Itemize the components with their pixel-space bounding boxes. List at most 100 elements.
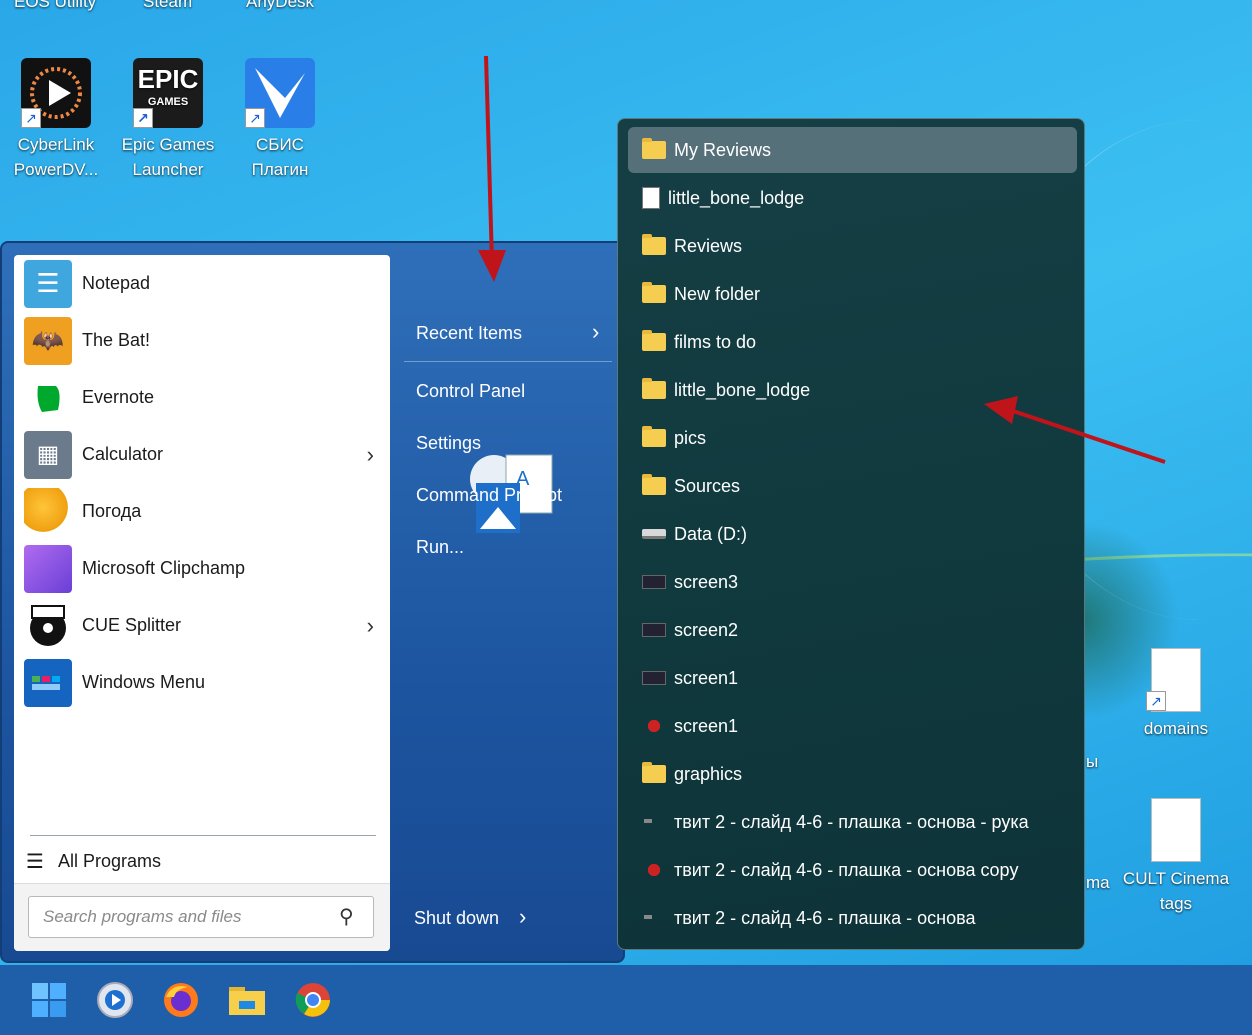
chevron-right-icon[interactable]: › — [592, 319, 599, 345]
search-area: ⚲ — [14, 883, 390, 951]
start-menu: ☰ Notepad 🦇 The Bat! Evernote ▦ Calculat… — [0, 241, 625, 963]
psd-file-icon — [642, 717, 666, 735]
command-prompt-item[interactable]: Command Prompt — [416, 485, 562, 506]
windows-menu-icon — [24, 658, 72, 707]
drive-icon — [642, 529, 666, 539]
program-label: Notepad — [82, 273, 151, 293]
image-icon — [642, 813, 666, 831]
image-icon — [642, 909, 666, 927]
program-cue-splitter[interactable]: CUE Splitter › — [24, 597, 380, 654]
recent-item-label: screen3 — [674, 571, 739, 592]
recent-item[interactable]: Reviews — [628, 223, 1077, 269]
program-label: Calculator — [82, 444, 164, 464]
recent-item-label: screen1 — [674, 715, 739, 736]
recent-item[interactable]: graphics — [628, 751, 1077, 797]
program-windows-menu[interactable]: Windows Menu — [24, 654, 380, 711]
recent-item-label: Sources — [674, 475, 741, 496]
recent-item[interactable]: Data (D:) — [628, 511, 1077, 557]
chevron-right-icon[interactable]: › — [519, 904, 526, 930]
control-panel-item[interactable]: Control Panel — [416, 381, 525, 402]
recent-item[interactable]: New folder — [628, 271, 1077, 317]
desktop-icon-label: CULT Cinema tags — [1122, 869, 1230, 913]
recent-item-label: films to do — [674, 331, 757, 352]
program-the-bat[interactable]: 🦇 The Bat! — [24, 312, 380, 369]
recent-item[interactable]: Sources — [628, 463, 1077, 509]
desktop-icon-domains[interactable]: ↗ domains — [1126, 648, 1226, 741]
desktop-icon-cyberlink[interactable]: ↗ CyberLink PowerDV... — [6, 58, 106, 182]
recent-item-label: screen1 — [674, 667, 739, 688]
desktop-label-partial: ma — [1086, 873, 1110, 892]
recent-item[interactable]: screen2 — [628, 607, 1077, 653]
desktop-label-anydesk[interactable]: AnyDesk — [246, 0, 314, 12]
list-icon: ☰ — [26, 851, 44, 873]
recent-item-label: New folder — [674, 283, 761, 304]
recent-item[interactable]: screen1 — [628, 703, 1077, 749]
recent-item[interactable]: little_bone_lodge — [628, 175, 1077, 221]
desktop-label-partial: ы — [1086, 752, 1099, 771]
recent-item[interactable]: little_bone_lodge — [628, 367, 1077, 413]
desktop-label-steam[interactable]: Steam — [143, 0, 192, 12]
chevron-right-icon[interactable]: › — [367, 613, 374, 639]
recent-item-label: твит 2 - слайд 4-6 - плашка - основа cop… — [674, 859, 1019, 880]
recent-items-submenu: My Reviews little_bone_lodge Reviews New… — [617, 118, 1085, 950]
recent-item[interactable]: My Reviews — [628, 127, 1077, 173]
recent-item[interactable]: твит 2 - слайд 4-6 - плашка - основа — [628, 895, 1077, 941]
desktop-icon-label: СБИС Плагин — [251, 135, 309, 179]
recent-item-label: Data (D:) — [674, 523, 748, 544]
program-clipchamp[interactable]: Microsoft Clipchamp — [24, 540, 380, 597]
desktop-icon-cult-cinema-tags[interactable]: CULT Cinema tags — [1110, 798, 1242, 916]
shortcut-arrow-icon: ↗ — [1146, 691, 1166, 711]
media-player-icon[interactable] — [94, 979, 136, 1021]
document-icon — [642, 187, 660, 209]
chrome-icon[interactable] — [292, 979, 334, 1021]
all-programs-button[interactable]: ☰ All Programs — [26, 849, 161, 874]
folder-icon — [642, 234, 666, 255]
desktop-label-eos-utility[interactable]: EOS Utility — [14, 0, 96, 12]
file-explorer-icon[interactable] — [226, 979, 268, 1021]
search-icon[interactable]: ⚲ — [339, 904, 354, 929]
run-item[interactable]: Run... — [416, 537, 464, 558]
folder-icon — [642, 378, 666, 399]
image-icon — [642, 623, 666, 637]
clipchamp-icon — [24, 544, 72, 593]
programs-pane: ☰ Notepad 🦇 The Bat! Evernote ▦ Calculat… — [14, 255, 390, 951]
chevron-right-icon[interactable]: › — [367, 442, 374, 468]
recent-items-menu[interactable]: Recent Items — [416, 323, 522, 344]
all-programs-label: All Programs — [58, 851, 162, 871]
recent-item[interactable]: твит 2 - слайд 4-6 - плашка - основа cop… — [628, 847, 1077, 893]
sbis-icon: ↗ — [245, 58, 315, 128]
folder-icon — [642, 282, 666, 303]
desktop-icon-sbis[interactable]: ↗ СБИС Плагин — [230, 58, 330, 182]
recent-item[interactable]: films to do — [628, 319, 1077, 365]
folder-icon — [642, 330, 666, 351]
desktop-icon-epic-games[interactable]: EPIC GAMES ↗ Epic Games Launcher — [118, 58, 218, 182]
search-input[interactable] — [28, 896, 374, 938]
program-notepad[interactable]: ☰ Notepad — [24, 255, 380, 312]
program-label: The Bat! — [82, 330, 151, 350]
recent-item-label: little_bone_lodge — [674, 379, 811, 400]
cyberlink-icon: ↗ — [21, 58, 91, 128]
program-weather[interactable]: Погода — [24, 483, 380, 540]
program-label: CUE Splitter — [82, 615, 182, 635]
start-button-icon[interactable] — [28, 979, 70, 1021]
program-label: Microsoft Clipchamp — [82, 558, 246, 578]
divider — [30, 835, 376, 836]
recent-item-label: graphics — [674, 763, 743, 784]
program-calculator[interactable]: ▦ Calculator › — [24, 426, 380, 483]
firefox-icon[interactable] — [160, 979, 202, 1021]
settings-item[interactable]: Settings — [416, 433, 481, 454]
program-evernote[interactable]: Evernote — [24, 369, 380, 426]
recent-item-label: pics — [674, 427, 707, 448]
psd-file-icon — [642, 861, 666, 879]
shut-down-button[interactable]: Shut down — [414, 908, 499, 929]
recent-item[interactable]: screen1 — [628, 655, 1077, 701]
epic-games-icon: EPIC GAMES ↗ — [133, 58, 203, 128]
recent-item[interactable]: твит 2 - слайд 4-6 - плашка - основа - р… — [628, 799, 1077, 845]
document-icon: ↗ — [1146, 648, 1201, 712]
folder-icon — [642, 762, 666, 783]
the-bat-icon: 🦇 — [24, 316, 72, 365]
cue-splitter-icon — [24, 601, 72, 650]
shortcut-arrow-icon: ↗ — [21, 108, 41, 128]
recent-item[interactable]: screen3 — [628, 559, 1077, 605]
recent-item[interactable]: pics — [628, 415, 1077, 461]
